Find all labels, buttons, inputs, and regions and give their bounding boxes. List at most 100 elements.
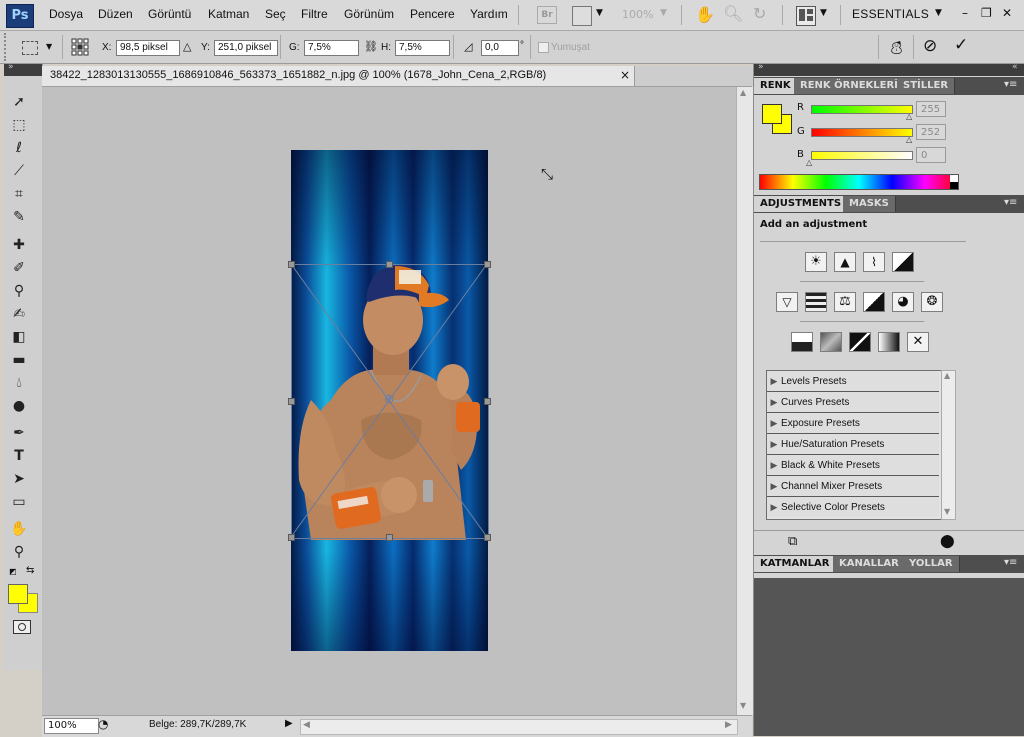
- presets-scrollbar[interactable]: ▲ ▼: [941, 370, 956, 520]
- color-foreground-swatch[interactable]: [762, 104, 782, 124]
- slider-thumb[interactable]: △: [906, 135, 912, 144]
- scroll-left-icon[interactable]: ◀: [303, 720, 310, 730]
- invert-icon[interactable]: [791, 332, 813, 352]
- expand-triangle-icon[interactable]: ▶: [767, 497, 781, 517]
- collapse-icon[interactable]: »: [758, 62, 764, 72]
- transform-handle[interactable]: [288, 534, 295, 541]
- expand-triangle-icon[interactable]: ▶: [767, 371, 781, 391]
- hue-saturation-icon[interactable]: [805, 292, 827, 312]
- dock-header[interactable]: » «: [754, 62, 1024, 76]
- tab-masks[interactable]: MASKS: [843, 196, 896, 212]
- tab-kanallar[interactable]: KANALLAR: [833, 556, 906, 572]
- type-icon[interactable]: T: [8, 446, 30, 466]
- posterize-icon[interactable]: [820, 332, 842, 352]
- tab-katmanlar[interactable]: KATMANLAR: [754, 556, 837, 572]
- list-item[interactable]: ▶ Hue/Saturation Presets: [767, 434, 939, 455]
- green-slider[interactable]: [811, 128, 913, 137]
- blue-value-field[interactable]: 0: [916, 147, 946, 163]
- chevron-down-icon[interactable]: ▼: [596, 8, 603, 18]
- vertical-scrollbar[interactable]: ▲ ▼: [736, 87, 753, 715]
- expand-icon[interactable]: «: [1012, 62, 1018, 72]
- close-document-icon[interactable]: ×: [620, 68, 630, 82]
- scroll-up-icon[interactable]: ▲: [740, 88, 746, 97]
- panel-menu-icon[interactable]: ▾≡: [1004, 557, 1017, 568]
- history-brush-icon[interactable]: ✍: [8, 304, 30, 324]
- expand-triangle-icon[interactable]: ▶: [767, 434, 781, 454]
- reference-point-marker[interactable]: ⊕: [384, 392, 395, 407]
- slider-thumb[interactable]: △: [906, 112, 912, 121]
- commit-transform-icon[interactable]: ✓: [954, 35, 968, 55]
- black-white-icon[interactable]: [863, 292, 885, 312]
- panel-menu-icon[interactable]: ▾≡: [1004, 79, 1017, 90]
- transform-handle[interactable]: [386, 261, 393, 268]
- healing-brush-icon[interactable]: ✚: [8, 235, 30, 255]
- color-balance-icon[interactable]: ⚖: [834, 292, 856, 312]
- transform-tool-icon[interactable]: [20, 39, 42, 55]
- return-to-list-icon[interactable]: ⧉: [788, 534, 797, 549]
- workspace-switcher[interactable]: ESSENTIALS: [852, 7, 929, 21]
- expand-triangle-icon[interactable]: ▶: [767, 413, 781, 433]
- menu-sec[interactable]: Seç: [265, 7, 286, 21]
- expand-triangle-icon[interactable]: ▶: [767, 476, 781, 496]
- threshold-icon[interactable]: [849, 332, 871, 352]
- list-item[interactable]: ▶ Exposure Presets: [767, 413, 939, 434]
- exposure-icon[interactable]: [892, 252, 914, 272]
- smooth-checkbox[interactable]: [538, 42, 549, 53]
- horizontal-scrollbar[interactable]: ◀ ▶: [300, 719, 738, 735]
- hand-icon[interactable]: ✋: [695, 5, 715, 24]
- tab-renk[interactable]: RENK: [754, 78, 798, 94]
- list-item[interactable]: ▶ Selective Color Presets: [767, 497, 939, 517]
- expand-triangle-icon[interactable]: ▶: [767, 455, 781, 475]
- levels-icon[interactable]: ▲: [834, 252, 856, 272]
- menu-gorunum[interactable]: Görünüm: [344, 7, 394, 21]
- transform-handle[interactable]: [288, 261, 295, 268]
- quick-mask-icon[interactable]: [13, 620, 31, 634]
- transform-handle[interactable]: [288, 398, 295, 405]
- gradient-icon[interactable]: ▬: [8, 350, 30, 370]
- list-item[interactable]: ▶ Black & White Presets: [767, 455, 939, 476]
- selective-color-icon[interactable]: ✕: [907, 332, 929, 352]
- tab-stiller[interactable]: STİLLER: [897, 78, 956, 94]
- scroll-up-icon[interactable]: ▲: [944, 371, 950, 380]
- tab-renk-ornekleri[interactable]: RENK ÖRNEKLERİ: [794, 78, 905, 94]
- view-extras-icon[interactable]: [572, 6, 592, 26]
- list-item[interactable]: ▶ Levels Presets: [767, 371, 939, 392]
- tab-yollar[interactable]: YOLLAR: [903, 556, 960, 572]
- minimize-icon[interactable]: –: [962, 6, 968, 20]
- menu-dosya[interactable]: Dosya: [49, 7, 83, 21]
- options-grip[interactable]: [4, 33, 12, 61]
- y-position-field[interactable]: 251,0 piksel: [214, 40, 278, 56]
- cancel-transform-icon[interactable]: ⊘: [923, 36, 937, 56]
- tools-panel-header[interactable]: »: [4, 62, 42, 76]
- transform-handle[interactable]: [484, 398, 491, 405]
- shape-icon[interactable]: ▭: [8, 492, 30, 512]
- document-tab[interactable]: 38422_1283013130555_1686910846_563373_16…: [42, 66, 635, 86]
- list-item[interactable]: ▶ Curves Presets: [767, 392, 939, 413]
- red-value-field[interactable]: 255: [916, 101, 946, 117]
- x-position-field[interactable]: 98,5 piksel: [116, 40, 180, 56]
- vibrance-icon[interactable]: ▽: [776, 292, 798, 312]
- warp-mode-icon[interactable]: ⛄︎: [889, 37, 904, 59]
- quick-select-icon[interactable]: ⟋: [8, 161, 30, 181]
- zoom-icon[interactable]: 🔍︎: [723, 4, 743, 23]
- transform-handle[interactable]: [484, 534, 491, 541]
- scroll-right-icon[interactable]: ▶: [725, 720, 732, 730]
- height-percent-field[interactable]: 7,5%: [395, 40, 450, 56]
- curves-icon[interactable]: ⌇: [863, 252, 885, 272]
- menu-katman[interactable]: Katman: [208, 7, 249, 21]
- marquee-icon[interactable]: ⬚: [8, 115, 30, 135]
- chevron-down-icon[interactable]: ▼: [820, 8, 827, 18]
- panel-menu-icon[interactable]: ▾≡: [1004, 197, 1017, 208]
- zoom-icon[interactable]: ⚲: [8, 542, 30, 562]
- green-value-field[interactable]: 252: [916, 124, 946, 140]
- chevron-down-icon[interactable]: ▼: [46, 42, 52, 51]
- delta-icon[interactable]: △: [183, 40, 191, 53]
- rotate-view-icon[interactable]: ↻: [753, 4, 766, 23]
- transform-handle[interactable]: [484, 261, 491, 268]
- lasso-icon[interactable]: ℓ: [8, 138, 30, 158]
- gradient-map-icon[interactable]: [878, 332, 900, 352]
- pen-icon[interactable]: ✒: [8, 423, 30, 443]
- expand-triangle-icon[interactable]: ▶: [767, 392, 781, 412]
- crop-icon[interactable]: ⌗: [8, 184, 30, 204]
- channel-mixer-icon[interactable]: ❂: [921, 292, 943, 312]
